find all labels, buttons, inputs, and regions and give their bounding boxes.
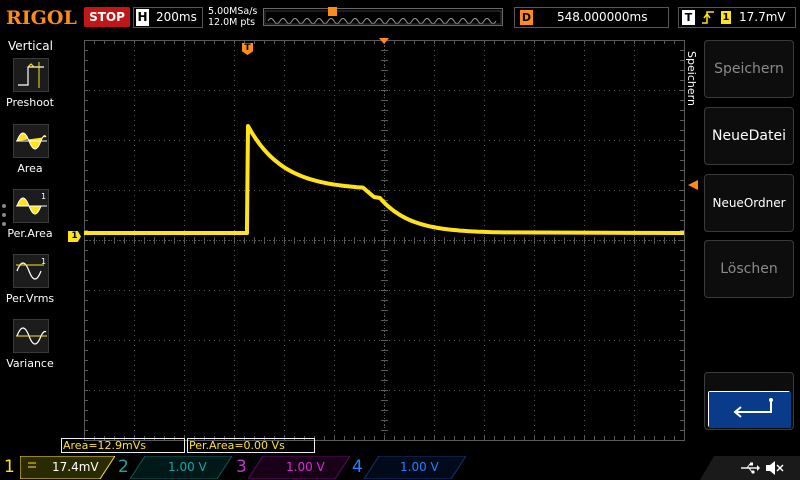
channel-2-scale: 1.00 V bbox=[168, 460, 207, 474]
delay-label: D bbox=[520, 10, 533, 25]
save-menu-title: Speichern bbox=[684, 51, 698, 106]
menu-title: Vertical bbox=[8, 39, 53, 53]
softkey-save-label: Speichern bbox=[714, 61, 784, 77]
channel-3[interactable]: 3 1.00 V bbox=[236, 455, 350, 480]
waveform-display[interactable] bbox=[84, 40, 685, 441]
rising-edge-icon bbox=[702, 11, 714, 24]
center-time-marker-icon bbox=[379, 38, 389, 44]
period-vrms-icon: 1 bbox=[13, 254, 49, 288]
delay-time[interactable]: D 548.000000ms bbox=[514, 7, 669, 28]
menu-page-indicator bbox=[2, 204, 6, 231]
softkey-new-file-label: NeueDatei bbox=[712, 128, 786, 144]
softkey-new-folder[interactable]: NeueOrdner bbox=[704, 174, 794, 232]
trigger-level: 17.7mV bbox=[739, 10, 786, 24]
acquisition-info: 5.00MSa/s 12.0M pts bbox=[208, 6, 257, 28]
trigger-label: T bbox=[682, 10, 695, 25]
measurement-area: Area=12.9mVs bbox=[61, 438, 185, 453]
memory-overview-waveform-icon bbox=[264, 10, 502, 25]
svg-text:1: 1 bbox=[41, 192, 46, 201]
softkey-back[interactable] bbox=[704, 372, 794, 430]
run-stop-indicator[interactable]: STOP bbox=[84, 7, 130, 27]
status-icons bbox=[700, 456, 800, 480]
softkey-new-file[interactable]: NeueDatei bbox=[704, 107, 794, 165]
channel-1-number: 1 bbox=[4, 457, 15, 477]
area-icon bbox=[13, 124, 49, 158]
measure-preshoot[interactable]: Preshoot bbox=[0, 58, 60, 118]
measure-variance[interactable]: Variance bbox=[0, 319, 60, 379]
memory-depth: 12.0M pts bbox=[208, 17, 256, 28]
delay-value: 548.000000ms bbox=[557, 10, 648, 24]
softkey-delete[interactable]: Löschen bbox=[704, 240, 794, 298]
trigger-source: 1 bbox=[721, 11, 731, 24]
softkey-new-folder-label: NeueOrdner bbox=[712, 196, 786, 210]
measurement-period-area: Per.Area=0.00 Vs bbox=[187, 438, 315, 453]
softkey-delete-label: Löschen bbox=[720, 261, 778, 277]
graticule bbox=[84, 40, 685, 441]
measure-period-area-label: Per.Area bbox=[7, 227, 53, 240]
channel-2-number: 2 bbox=[118, 457, 129, 477]
top-status-bar: RIGOL STOP H 200ms 5.00MSa/s 12.0M pts D… bbox=[0, 0, 800, 34]
measure-area[interactable]: Area bbox=[0, 124, 60, 184]
svg-text:1: 1 bbox=[41, 257, 46, 266]
channel-4-number: 4 bbox=[352, 457, 363, 477]
sample-rate: 5.00MSa/s bbox=[208, 6, 258, 17]
preshoot-icon bbox=[13, 58, 49, 92]
measurement-category-menu: Vertical Preshoot Area 1 Per.Area 1 Per.… bbox=[0, 34, 60, 454]
channel-3-scale: 1.00 V bbox=[286, 460, 325, 474]
variance-icon bbox=[13, 319, 49, 353]
brand-logo: RIGOL bbox=[6, 7, 77, 29]
measure-period-vrms[interactable]: 1 Per.Vrms bbox=[0, 254, 60, 314]
channel-1-scale: 17.4mV bbox=[52, 460, 99, 474]
return-arrow-icon bbox=[708, 391, 791, 428]
measure-preshoot-label: Preshoot bbox=[6, 96, 54, 109]
channel-1-ground-marker[interactable]: 1 bbox=[68, 231, 81, 242]
memory-overview-bar bbox=[263, 7, 503, 26]
channel-3-number: 3 bbox=[236, 457, 247, 477]
measure-area-label: Area bbox=[17, 162, 43, 175]
usb-icon bbox=[741, 462, 760, 474]
channel-bar: 1 17.4mV 2 1.00 V 3 1.00 V 4 1.00 V bbox=[0, 455, 800, 480]
timebase-value: 200ms bbox=[156, 10, 197, 24]
channel-1[interactable]: 1 17.4mV bbox=[4, 455, 115, 480]
horizontal-timebase[interactable]: H 200ms bbox=[133, 7, 203, 28]
horizontal-label: H bbox=[136, 9, 149, 26]
speaker-muted-icon[interactable] bbox=[764, 460, 784, 476]
measure-variance-label: Variance bbox=[6, 357, 54, 370]
softkey-save[interactable]: Speichern bbox=[704, 40, 794, 98]
channel-4[interactable]: 4 1.00 V bbox=[352, 455, 466, 480]
period-area-icon: 1 bbox=[13, 189, 49, 223]
channel-4-scale: 1.00 V bbox=[400, 460, 439, 474]
trigger-settings[interactable]: T 1 17.7mV bbox=[678, 7, 796, 28]
channel-2[interactable]: 2 1.00 V bbox=[118, 455, 232, 480]
measure-period-area[interactable]: 1 Per.Area bbox=[0, 189, 60, 249]
trigger-position-marker-icon bbox=[328, 7, 337, 16]
measure-period-vrms-label: Per.Vrms bbox=[5, 292, 55, 305]
